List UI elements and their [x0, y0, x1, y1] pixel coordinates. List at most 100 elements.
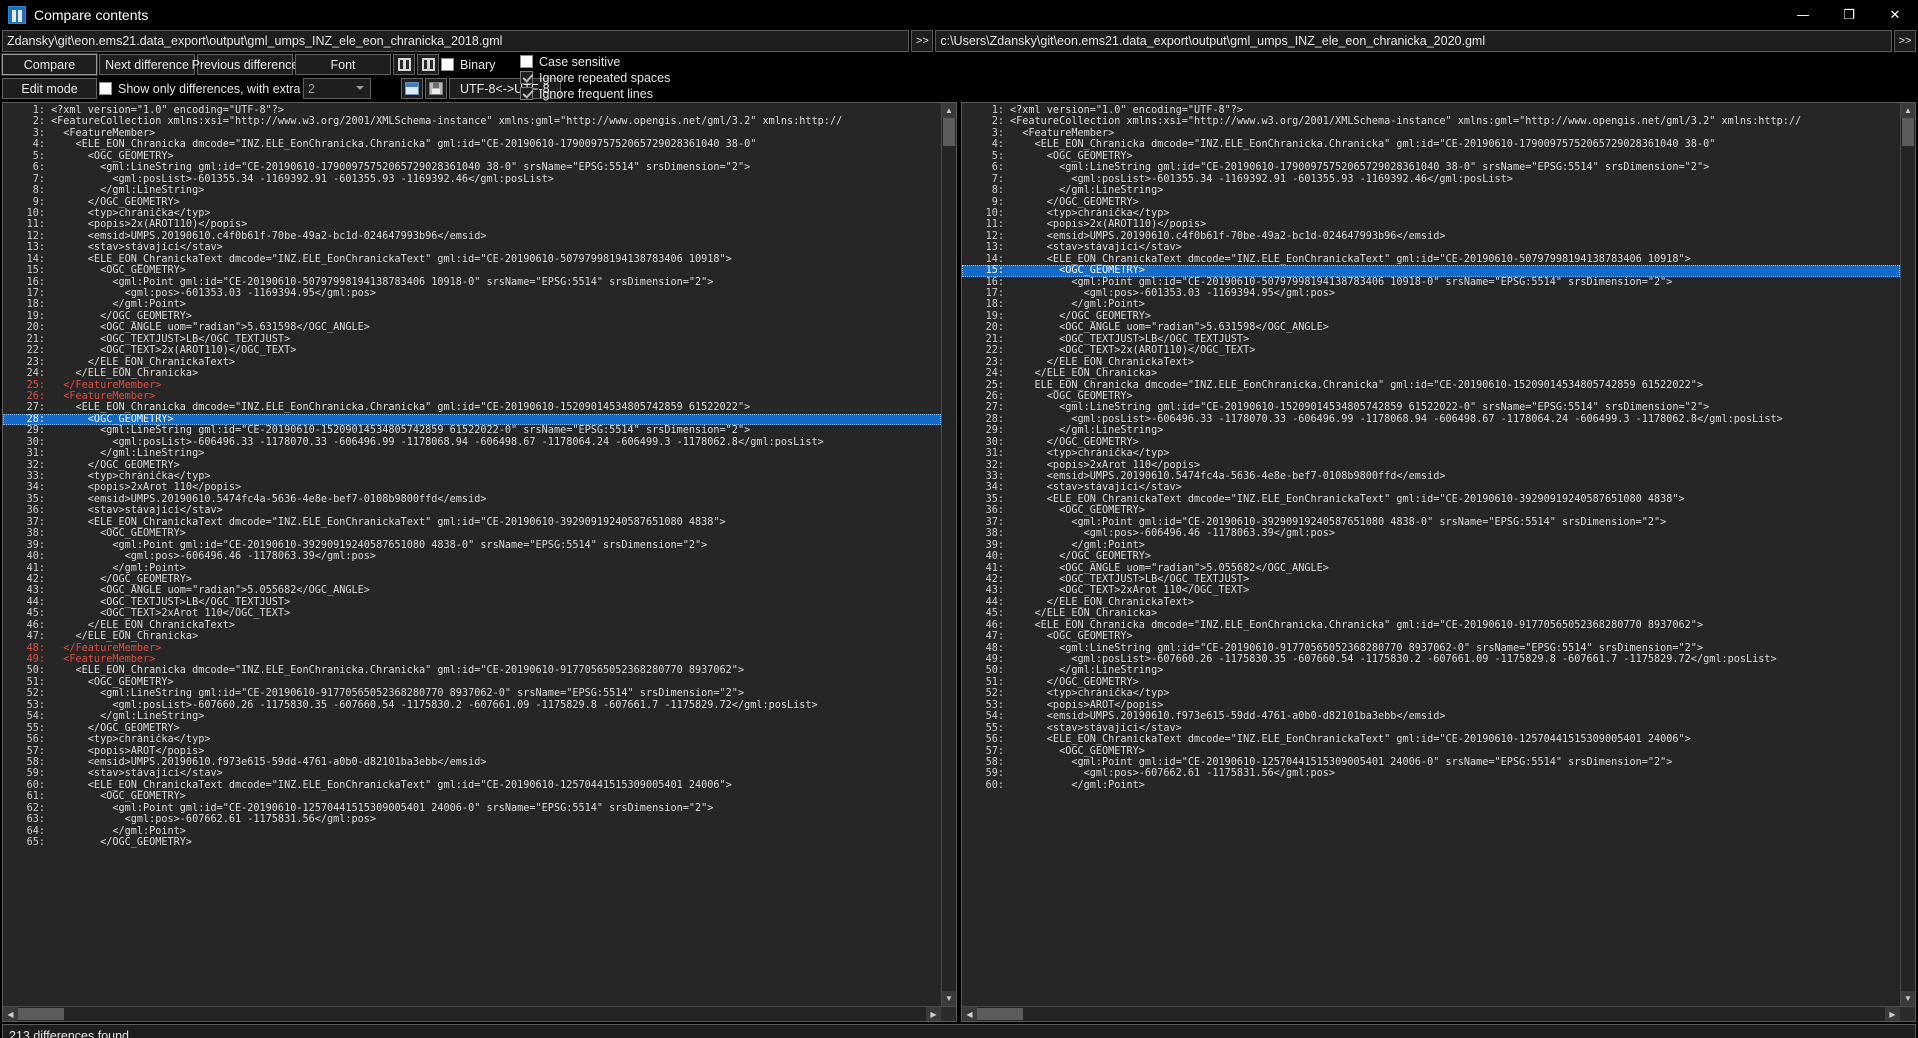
code-line[interactable]: 50: <ELE_EON_Chranicka dmcode="INZ.ELE_E… [3, 665, 941, 676]
right-horizontal-scrollbar[interactable]: ◀ ▶ [962, 1006, 1915, 1021]
compare-button[interactable]: Compare [1, 53, 98, 76]
left-vertical-scrollbar[interactable]: ▲ ▼ [941, 103, 956, 1006]
code-line[interactable]: 55: </OGC_GEOMETRY> [3, 723, 941, 734]
code-line[interactable]: 22: <OGC_TEXT>2x(AROT110)</OGC_TEXT> [962, 345, 1900, 356]
code-line[interactable]: 31: </gml:LineString> [3, 448, 941, 459]
document-icon[interactable] [401, 78, 423, 99]
ignore-repeated-spaces-checkbox[interactable]: Ignore repeated spaces [520, 70, 670, 85]
code-line[interactable]: 50: </gml:LineString> [962, 665, 1900, 676]
code-line[interactable]: 56: <typ>chránička</typ> [3, 734, 941, 745]
code-line[interactable]: 42: </OGC_GEOMETRY> [3, 574, 941, 585]
code-line[interactable]: 26: <OGC_GEOMETRY> [962, 391, 1900, 402]
right-hscroll-thumb[interactable] [977, 1008, 1023, 1020]
code-line[interactable]: 5: <OGC_GEOMETRY> [3, 151, 941, 162]
code-line[interactable]: 63: <gml:pos>-607662.61 -1175831.56</gml… [3, 814, 941, 825]
code-line[interactable]: 13: <stav>stávající</stav> [3, 242, 941, 253]
left-horizontal-scrollbar[interactable]: ◀ ▶ [3, 1006, 956, 1021]
code-line[interactable]: 33: <emsid>UMPS.20190610.5474fc4a-5636-4… [962, 471, 1900, 482]
code-line[interactable]: 57: <popis>AROT</popis> [3, 746, 941, 757]
left-file-path-input[interactable]: Zdansky\git\eon.ems21.data_export\output… [2, 30, 910, 52]
right-vertical-scrollbar[interactable]: ▲ ▼ [1900, 103, 1915, 1006]
code-line[interactable]: 49: <FeatureMember> [3, 654, 941, 665]
code-line[interactable]: 18: </gml:Point> [962, 299, 1900, 310]
code-line[interactable]: 59: <stav>stávající</stav> [3, 768, 941, 779]
code-line[interactable]: 54: </gml:LineString> [3, 711, 941, 722]
code-line[interactable]: 51: <OGC_GEOMETRY> [3, 677, 941, 688]
code-line[interactable]: 17: <gml:pos>-601353.03 -1169394.95</gml… [3, 288, 941, 299]
code-line[interactable]: 10: <typ>chránička</typ> [962, 208, 1900, 219]
close-button[interactable]: ✕ [1872, 0, 1918, 30]
code-line[interactable]: 34: <popis>2xArot 110</popis> [3, 482, 941, 493]
code-line[interactable]: 49: <gml:posList>-607660.26 -1175830.35 … [962, 654, 1900, 665]
code-line[interactable]: 22: <OGC_TEXT>2x(AROT110)</OGC_TEXT> [3, 345, 941, 356]
code-line[interactable]: 23: </ELE_EON_ChranickaText> [3, 357, 941, 368]
code-line[interactable]: 40: <gml:pos>-606496.46 -1178063.39</gml… [3, 551, 941, 562]
left-scroll-up-icon[interactable]: ▲ [942, 103, 956, 118]
code-line[interactable]: 15: <OGC_GEOMETRY> [3, 265, 941, 276]
left-scroll-left-icon[interactable]: ◀ [3, 1007, 18, 1021]
right-scroll-down-icon[interactable]: ▼ [1901, 991, 1915, 1006]
code-line[interactable]: 42: <OGC_TEXTJUST>LB</OGC_TEXTJUST> [962, 574, 1900, 585]
left-code-area[interactable]: 1: <?xml version="1.0" encoding="UTF-8"?>… [3, 103, 941, 1006]
code-line[interactable]: 30: </OGC_GEOMETRY> [962, 437, 1900, 448]
code-line[interactable]: 54: <emsid>UMPS.20190610.f973e615-59dd-4… [962, 711, 1900, 722]
code-line[interactable]: 9: </OGC_GEOMETRY> [3, 197, 941, 208]
code-line[interactable]: 46: </ELE_EON_ChranickaText> [3, 620, 941, 631]
code-line[interactable]: 24: </ELE_EON_Chranicka> [962, 368, 1900, 379]
code-line[interactable]: 23: </ELE_EON_ChranickaText> [962, 357, 1900, 368]
code-line[interactable]: 43: <OGC_ANGLE uom="radian">5.055682</OG… [3, 585, 941, 596]
code-line[interactable]: 8: </gml:LineString> [962, 185, 1900, 196]
code-line[interactable]: 35: <emsid>UMPS.20190610.5474fc4a-5636-4… [3, 494, 941, 505]
code-line[interactable]: 24: </ELE_EON_Chranicka> [3, 368, 941, 379]
code-line[interactable]: 32: </OGC_GEOMETRY> [3, 460, 941, 471]
binoculars-dotted-icon[interactable] [417, 54, 439, 75]
code-line[interactable]: 29: </gml:LineString> [962, 425, 1900, 436]
code-line[interactable]: 3: <FeatureMember> [3, 128, 941, 139]
code-line[interactable]: 14: <ELE_EON_ChranickaText dmcode="INZ.E… [962, 254, 1900, 265]
floppy-disk-icon[interactable] [425, 78, 447, 99]
code-line[interactable]: 62: <gml:Point gml:id="CE-20190610-12570… [3, 803, 941, 814]
left-vscroll-track[interactable] [942, 118, 956, 991]
left-hscroll-track[interactable] [18, 1007, 926, 1021]
code-line[interactable]: 7: <gml:posList>-601355.34 -1169392.91 -… [3, 174, 941, 185]
code-line[interactable]: 47: </ELE_EON_Chranicka> [3, 631, 941, 642]
code-line[interactable]: 36: <stav>stávající</stav> [3, 505, 941, 516]
code-line[interactable]: 37: <gml:Point gml:id="CE-20190610-39290… [962, 517, 1900, 528]
code-line[interactable]: 41: <OGC_ANGLE uom="radian">5.055682</OG… [962, 563, 1900, 574]
code-line[interactable]: 25: </FeatureMember> [3, 380, 941, 391]
code-line[interactable]: 2: <FeatureCollection xmlns:xsi="http://w… [3, 116, 941, 127]
code-line[interactable]: 19: </OGC_GEOMETRY> [962, 311, 1900, 322]
code-line[interactable]: 15: <OGC_GEOMETRY> [962, 265, 1900, 277]
code-line[interactable]: 45: <OGC_TEXT>2xArot 110</OGC_TEXT> [3, 608, 941, 619]
code-line[interactable]: 8: </gml:LineString> [3, 185, 941, 196]
code-line[interactable]: 48: <gml:LineString gml:id="CE-20190610-… [962, 643, 1900, 654]
right-vscroll-track[interactable] [1901, 118, 1915, 991]
code-line[interactable]: 26: <FeatureMember> [3, 391, 941, 402]
code-line[interactable]: 46: <ELE_EON_Chranicka dmcode="INZ.ELE_E… [962, 620, 1900, 631]
code-line[interactable]: 36: <OGC_GEOMETRY> [962, 505, 1900, 516]
code-line[interactable]: 32: <popis>2xArot 110</popis> [962, 460, 1900, 471]
left-browse-button[interactable]: >> [911, 30, 934, 52]
right-file-path-input[interactable]: c:\Users\Zdansky\git\eon.ems21.data_expo… [935, 30, 1892, 52]
code-line[interactable]: 38: <OGC_GEOMETRY> [3, 528, 941, 539]
code-line[interactable]: 60: </gml:Point> [962, 780, 1900, 791]
code-line[interactable]: 9: </OGC_GEOMETRY> [962, 197, 1900, 208]
code-line[interactable]: 56: <ELE_EON_ChranickaText dmcode="INZ.E… [962, 734, 1900, 745]
code-line[interactable]: 30: <gml:posList>-606496.33 -1178070.33 … [3, 437, 941, 448]
show-only-differences-checkbox[interactable]: Show only differences, with extra lines: [99, 78, 333, 99]
minimize-button[interactable]: — [1780, 0, 1826, 30]
code-line[interactable]: 43: <OGC_TEXT>2xArot 110</OGC_TEXT> [962, 585, 1900, 596]
code-line[interactable]: 61: <OGC_GEOMETRY> [3, 791, 941, 802]
code-line[interactable]: 5: <OGC_GEOMETRY> [962, 151, 1900, 162]
code-line[interactable]: 21: <OGC_TEXTJUST>LB</OGC_TEXTJUST> [962, 334, 1900, 345]
code-line[interactable]: 11: <popis>2x(AROT110)</popis> [3, 219, 941, 230]
code-line[interactable]: 48: </FeatureMember> [3, 643, 941, 654]
binary-checkbox[interactable]: Binary [441, 54, 495, 75]
right-code-area[interactable]: 1: <?xml version="1.0" encoding="UTF-8"?>… [962, 103, 1900, 1006]
code-line[interactable]: 19: </OGC_GEOMETRY> [3, 311, 941, 322]
code-line[interactable]: 52: <typ>chránička</typ> [962, 688, 1900, 699]
maximize-button[interactable]: ❐ [1826, 0, 1872, 30]
code-line[interactable]: 1: <?xml version="1.0" encoding="UTF-8"?> [3, 105, 941, 116]
binoculars-icon[interactable] [393, 54, 415, 75]
code-line[interactable]: 18: </gml:Point> [3, 299, 941, 310]
